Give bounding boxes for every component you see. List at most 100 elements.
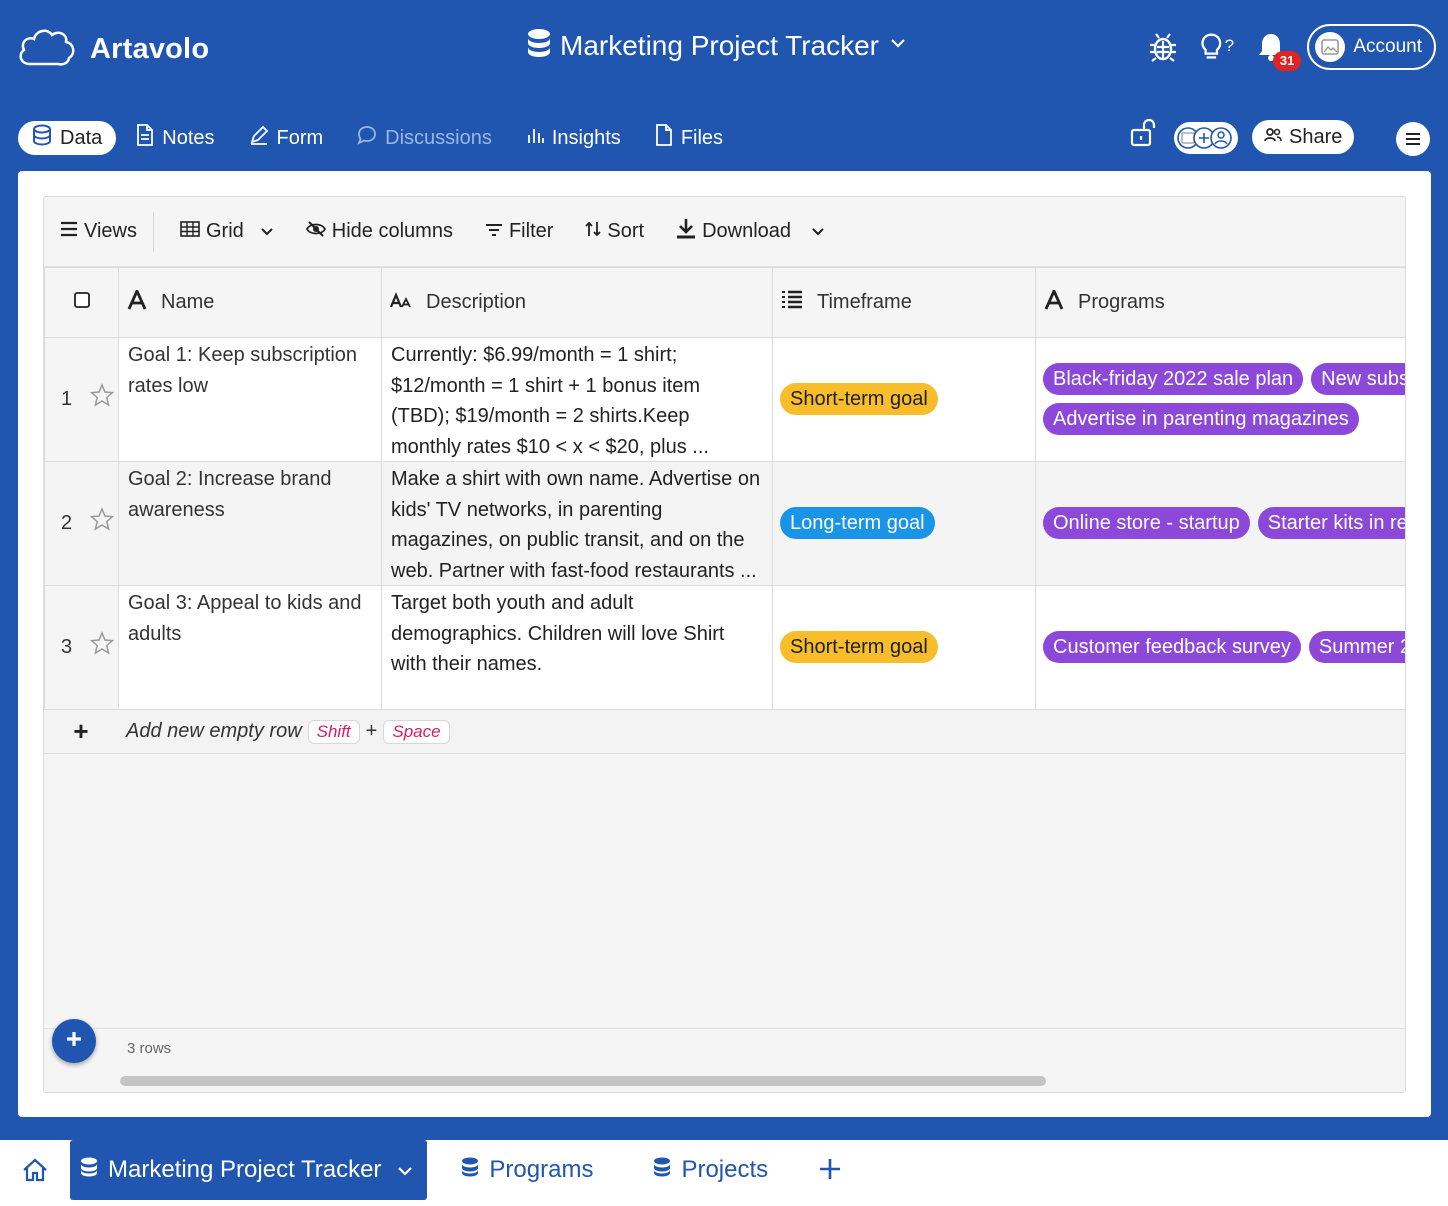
app-logo[interactable]: Artavolo xyxy=(16,24,209,75)
filter-label: Filter xyxy=(508,220,554,242)
notifications-bell-icon[interactable]: 31 xyxy=(1253,27,1302,71)
download-label: Download xyxy=(702,220,792,242)
database-icon xyxy=(526,28,552,63)
bug-icon[interactable] xyxy=(1145,27,1181,67)
select-all-checkbox[interactable] xyxy=(73,291,91,314)
views-label: Views xyxy=(84,220,137,242)
hide-columns-label: Hide columns xyxy=(331,220,453,242)
name-cell[interactable]: Goal 3: Appeal to kids and adults xyxy=(118,585,382,710)
tab-notes[interactable]: Notes xyxy=(122,121,228,155)
description-text: Target both youth and adult demographics… xyxy=(391,592,725,675)
view-toolbar: Views Grid Hide columns Filter Sort Down… xyxy=(44,197,1405,267)
sort-icon xyxy=(585,220,602,243)
tab-insights[interactable]: Insights xyxy=(512,121,635,155)
tab-discussions[interactable]: Discussions xyxy=(343,121,506,155)
grid-view: Views Grid Hide columns Filter Sort Down… xyxy=(43,196,1406,1093)
filter-button[interactable]: Filter xyxy=(469,212,569,252)
database-icon xyxy=(80,1156,98,1184)
tab-files[interactable]: Files xyxy=(641,121,737,155)
grid-view-dropdown[interactable]: Grid xyxy=(164,212,290,252)
table-row[interactable]: 2 Goal 2: Increase brand awareness Make … xyxy=(44,461,1405,586)
program-chip: Black-friday 2022 sale plan xyxy=(1043,363,1304,395)
column-header-label: Name xyxy=(161,291,215,313)
program-chip: Summer 2 xyxy=(1308,631,1405,663)
grid-label: Grid xyxy=(206,220,244,242)
star-icon[interactable] xyxy=(89,382,115,417)
collaborators-icon[interactable] xyxy=(1174,122,1238,154)
top-header: Artavolo Marketing Project Tracker ? 31 … xyxy=(0,0,1448,95)
footer-divider xyxy=(44,1028,1405,1029)
programs-cell[interactable]: Black-friday 2022 sale plan New subs Adv… xyxy=(1035,337,1405,462)
row-count: 3 rows xyxy=(127,1040,172,1057)
views-button[interactable]: Views xyxy=(44,212,153,252)
description-text: Currently: $6.99/month = 1 shirt; $12/mo… xyxy=(391,344,709,458)
programs-cell[interactable]: Customer feedback survey Summer 2 xyxy=(1035,585,1405,710)
column-header-name[interactable]: Name xyxy=(118,267,382,338)
add-table-plus-icon[interactable] xyxy=(798,1151,862,1190)
program-chip: Starter kits in re xyxy=(1257,507,1405,539)
table-row[interactable]: 3 Goal 3: Appeal to kids and adults Targ… xyxy=(44,585,1405,710)
hamburger-menu-icon[interactable] xyxy=(1396,122,1430,156)
star-icon[interactable] xyxy=(89,506,115,541)
row-number: 3 xyxy=(61,636,73,659)
sort-label: Sort xyxy=(607,220,645,242)
timeframe-cell[interactable]: Long-term goal xyxy=(772,461,1036,586)
chevron-down-icon xyxy=(397,1156,413,1184)
programs-cell[interactable]: Online store - startup Starter kits in r… xyxy=(1035,461,1405,586)
name-text: Goal 1: Keep subscription rates low xyxy=(128,344,358,397)
table-tab-programs[interactable]: Programs xyxy=(427,1140,623,1200)
eye-off-icon xyxy=(305,220,326,243)
table-tab-marketing-project-tracker[interactable]: Marketing Project Tracker xyxy=(70,1140,428,1200)
select-all-header xyxy=(44,267,119,338)
description-cell[interactable]: Target both youth and adult demographics… xyxy=(381,585,773,710)
row-number-cell: 3 xyxy=(44,585,119,710)
table-row[interactable]: 1 Goal 1: Keep subscription rates low Cu… xyxy=(44,337,1405,462)
program-chip: Customer feedback survey xyxy=(1043,631,1301,663)
name-cell[interactable]: Goal 1: Keep subscription rates low xyxy=(118,337,382,462)
download-dropdown[interactable]: Download xyxy=(660,212,841,252)
add-row-label: Add new empty row xyxy=(126,720,302,742)
sort-button[interactable]: Sort xyxy=(569,212,660,252)
table-tab-label: Programs xyxy=(489,1156,594,1183)
program-chip: Advertise in parenting magazines xyxy=(1043,403,1359,435)
pencil-icon xyxy=(249,125,269,151)
base-tabs: Data Notes Form Discussions Insights Fil… xyxy=(18,121,737,155)
tab-form[interactable]: Form xyxy=(235,121,338,155)
home-icon[interactable] xyxy=(0,1158,70,1182)
tab-data[interactable]: Data xyxy=(18,121,117,155)
help-lightbulb-icon[interactable]: ? xyxy=(1199,27,1235,67)
description-cell[interactable]: Currently: $6.99/month = 1 shirt; $12/mo… xyxy=(381,337,773,462)
avatar xyxy=(1315,32,1346,62)
star-icon[interactable] xyxy=(89,630,115,665)
tab-label: Form xyxy=(276,126,324,149)
column-header-timeframe[interactable]: Timeframe xyxy=(772,267,1036,338)
column-header-label: Description xyxy=(426,291,527,313)
column-header-programs[interactable]: Programs xyxy=(1035,267,1405,338)
horizontal-scrollbar[interactable] xyxy=(120,1076,1046,1086)
chevron-down-icon xyxy=(887,32,909,59)
text-field-icon xyxy=(127,287,147,316)
name-cell[interactable]: Goal 2: Increase brand awareness xyxy=(118,461,382,586)
name-text: Goal 3: Appeal to kids and adults xyxy=(128,592,362,645)
timeframe-cell[interactable]: Short-term goal xyxy=(772,585,1036,710)
timeframe-chip: Short-term goal xyxy=(780,631,938,663)
share-label: Share xyxy=(1289,125,1343,148)
file-icon xyxy=(655,124,673,152)
tab-label: Insights xyxy=(551,126,621,149)
base-title: Marketing Project Tracker xyxy=(560,29,879,61)
table-tab-projects[interactable]: Projects xyxy=(623,1140,798,1200)
base-title-dropdown[interactable]: Marketing Project Tracker xyxy=(526,28,909,63)
description-cell[interactable]: Make a shirt with own name. Advertise on… xyxy=(381,461,773,586)
row-number-cell: 1 xyxy=(44,337,119,462)
add-row-bar[interactable]: + Add new empty row Shift + Space xyxy=(44,710,1405,754)
timeframe-cell[interactable]: Short-term goal xyxy=(772,337,1036,462)
add-record-fab[interactable] xyxy=(52,1019,96,1063)
data-table: Name Description Timeframe Programs 1 Go… xyxy=(44,267,1405,710)
hide-columns-button[interactable]: Hide columns xyxy=(290,212,469,252)
share-button[interactable]: Share xyxy=(1252,120,1355,154)
column-header-description[interactable]: Description xyxy=(381,267,773,338)
account-button[interactable]: Account xyxy=(1307,24,1436,70)
unlock-icon[interactable] xyxy=(1130,118,1158,153)
account-label: Account xyxy=(1353,36,1422,57)
table-header-row: Name Description Timeframe Programs xyxy=(44,267,1405,338)
